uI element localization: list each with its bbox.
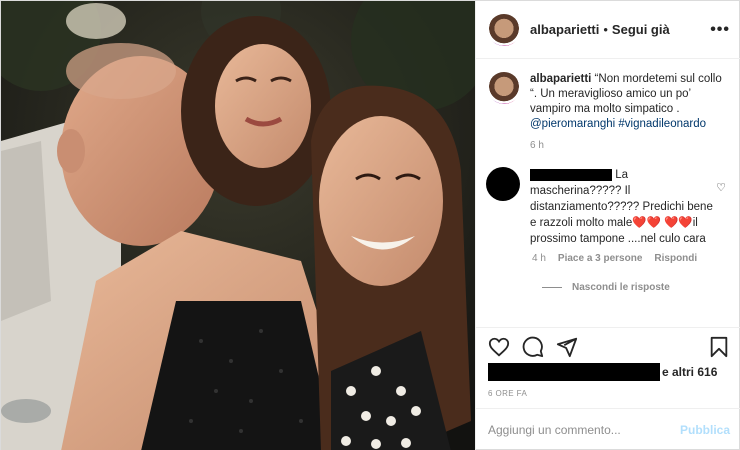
- comment-text-start: La: [615, 169, 628, 181]
- caption-hashtag[interactable]: #vignadileonardo: [618, 118, 706, 130]
- redacted-avatar: [486, 167, 520, 201]
- comment-body: La mascherina????? Il distanziamento????…: [530, 167, 720, 247]
- separator-dot: •: [603, 22, 608, 37]
- comment-time[interactable]: 4 h: [532, 253, 546, 264]
- redacted-username: [530, 168, 612, 181]
- avatar[interactable]: [488, 13, 520, 46]
- comment-icon[interactable]: [522, 336, 544, 358]
- likes-summary[interactable]: e altri 616: [488, 363, 738, 381]
- comment-like-heart-icon[interactable]: ♡: [716, 181, 726, 194]
- bookmark-icon[interactable]: [708, 336, 730, 358]
- redacted-likes: [488, 363, 660, 381]
- comments-section[interactable]: albaparietti “Non mordetemi sul collo “.…: [476, 60, 740, 326]
- posted-time[interactable]: 6 ORE FA: [488, 389, 527, 398]
- post-header: albaparietti • Segui già •••: [476, 1, 740, 59]
- comment: La mascherina????? Il distanziamento????…: [486, 167, 730, 247]
- hide-replies-button[interactable]: Nascondi le risposte: [542, 282, 730, 293]
- caption: albaparietti “Non mordetemi sul collo “.…: [488, 72, 730, 132]
- hide-replies-label: Nascondi le risposte: [572, 282, 670, 293]
- photo-illustration: [1, 1, 475, 450]
- header-username[interactable]: albaparietti: [530, 22, 599, 37]
- action-bar: [476, 327, 740, 363]
- comment-text: mascherina????? Il distanziamento????? P…: [530, 185, 713, 245]
- publish-button[interactable]: Pubblica: [680, 423, 730, 437]
- instagram-post: albaparietti • Segui già ••• albapariett…: [0, 0, 740, 450]
- comment-meta: 4 h Piace a 3 persone Rispondi: [532, 253, 730, 264]
- add-comment-bar: Pubblica: [476, 408, 740, 450]
- caption-text: albaparietti “Non mordetemi sul collo “.…: [530, 72, 730, 132]
- caption-mention[interactable]: @pieromaranghi: [530, 118, 615, 130]
- follow-button[interactable]: Segui già: [612, 22, 670, 37]
- comment-input[interactable]: [488, 423, 680, 437]
- more-options-icon[interactable]: •••: [710, 21, 730, 39]
- reply-button[interactable]: Rispondi: [654, 253, 697, 264]
- post-sidebar: albaparietti • Segui già ••• albapariett…: [475, 1, 740, 450]
- heart-icon[interactable]: [488, 336, 510, 358]
- replies-divider: [542, 287, 562, 288]
- avatar[interactable]: [488, 72, 520, 104]
- caption-username[interactable]: albaparietti: [530, 73, 591, 85]
- post-photo[interactable]: [1, 1, 475, 450]
- likes-count[interactable]: e altri 616: [662, 365, 717, 379]
- share-icon[interactable]: [556, 336, 578, 358]
- caption-time[interactable]: 6 h: [530, 140, 730, 151]
- comment-likes[interactable]: Piace a 3 persone: [558, 253, 643, 264]
